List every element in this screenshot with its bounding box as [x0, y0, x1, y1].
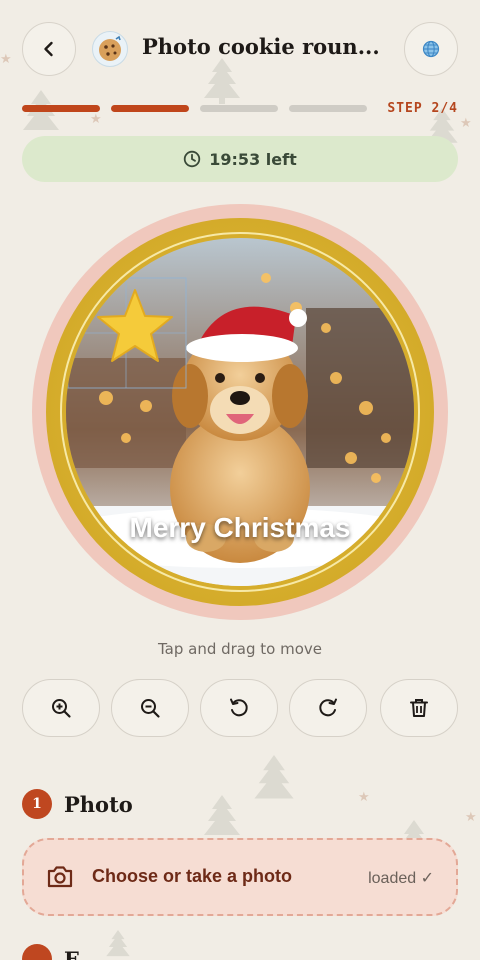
- language-button[interactable]: [404, 22, 458, 76]
- zoom-in-button[interactable]: [22, 679, 100, 737]
- zoom-in-icon: [52, 699, 71, 718]
- trash-icon: [410, 699, 428, 717]
- zoom-out-icon: [141, 699, 160, 718]
- section-title: F: [64, 946, 79, 960]
- rotate-right-icon: [319, 698, 337, 717]
- back-button[interactable]: [22, 22, 76, 76]
- camera-icon: [47, 866, 73, 888]
- tree-decoration-icon: [106, 930, 130, 957]
- edit-toolbar: [22, 679, 458, 737]
- tree-decoration-icon: [204, 795, 240, 835]
- star-decoration-icon: ★: [465, 810, 477, 825]
- timer-text: 19:53 left: [209, 149, 297, 169]
- next-section-header: F: [22, 944, 79, 960]
- top-bar: Photo cookie roun...: [22, 22, 458, 76]
- delete-button[interactable]: [380, 679, 458, 737]
- timer-banner: 19:53 left: [22, 136, 458, 182]
- step-number-badge: 1: [22, 789, 52, 819]
- star-decoration-icon: ★: [358, 790, 370, 805]
- photo-section-header: 1 Photo: [22, 788, 133, 820]
- chevron-left-icon: [44, 41, 53, 57]
- cookie-icon: [99, 35, 121, 61]
- photo-status: loaded ✓: [368, 870, 434, 887]
- app-logo: [92, 31, 128, 67]
- star-decoration-icon: ★: [460, 116, 472, 131]
- section-title: Photo: [64, 791, 133, 817]
- tree-decoration-icon: [254, 755, 294, 799]
- step-label: STEP 2/4: [387, 101, 458, 116]
- drag-hint: Tap and drag to move: [157, 640, 323, 658]
- progress-segment: [22, 105, 100, 112]
- page-title: Photo cookie roun...: [142, 34, 380, 59]
- cookie-inner-line: [60, 232, 420, 592]
- rotate-left-button[interactable]: [200, 679, 278, 737]
- progress-segment: [200, 105, 278, 112]
- clock-icon: [184, 150, 201, 168]
- step-progress: STEP 2/4: [22, 101, 458, 116]
- choose-photo-button[interactable]: Choose or take a photo loaded ✓: [22, 838, 458, 916]
- progress-segment: [111, 105, 189, 112]
- zoom-out-button[interactable]: [111, 679, 189, 737]
- star-decoration-icon: ★: [0, 52, 12, 67]
- choose-photo-label: Choose or take a photo: [92, 866, 293, 886]
- progress-segment: [289, 105, 367, 112]
- rotate-right-button[interactable]: [289, 679, 367, 737]
- step-number-badge: [22, 944, 52, 960]
- globe-icon: [422, 40, 440, 58]
- cookie-preview[interactable]: Merry Christmas: [32, 204, 448, 620]
- rotate-left-icon: [230, 698, 248, 717]
